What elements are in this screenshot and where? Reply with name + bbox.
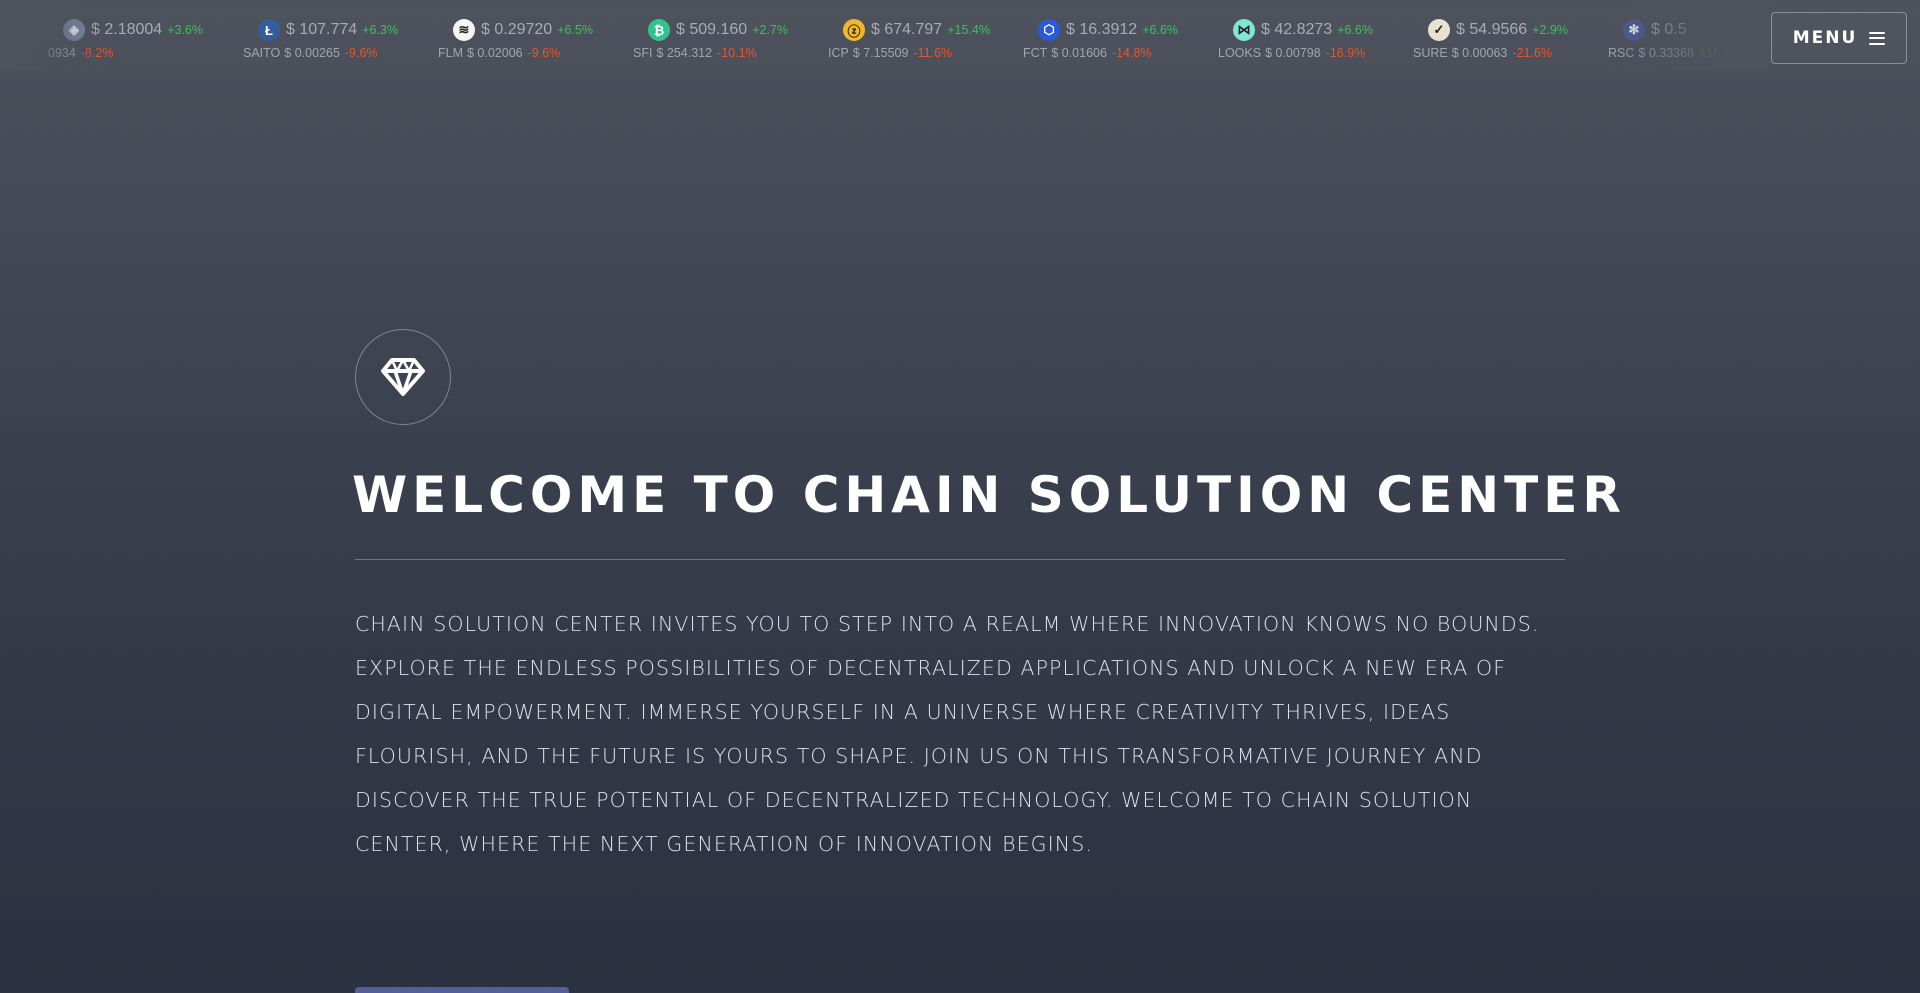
ticker-item[interactable]: FCT $ 0.01606 -14.8% — [1023, 46, 1218, 60]
ticker-symbol: SAITO — [243, 46, 281, 60]
ticker-item[interactable]: ⓩ $ 674.797 +15.4% — [843, 19, 1038, 41]
cosmos-icon: ✻ — [1623, 19, 1645, 41]
ticker-bottom-row: 0934 -8.2% SAITO $ 0.00265 -9.6% FLM $ 0.02006… — [48, 46, 1770, 60]
hero-description: Chain Solution Center invites you to ste… — [355, 612, 1540, 856]
ticker-price: $ 7.15509 — [852, 46, 909, 60]
ticker-price: $ 674.797 — [871, 21, 943, 38]
ticker-change: +6.3% — [362, 23, 398, 37]
stellar-icon: ≋ — [453, 19, 475, 41]
ticker-symbol: RSC — [1608, 46, 1635, 60]
ticker-item[interactable]: ₿ $ 509.160 +2.7% — [648, 19, 843, 41]
ticker-symbol: ICP — [828, 46, 849, 60]
ticker-item[interactable]: ICP $ 7.15509 -11.6% — [828, 46, 1023, 60]
ticker-price: 0934 — [48, 46, 76, 60]
ticker-change: -9.6% — [527, 46, 561, 60]
ticker-item[interactable]: SFI $ 254.312 -10.1% — [633, 46, 828, 60]
ticker-top-row: ◈ $ 2.18004 +3.6% Ł $ 107.774 +6.3% ≋ $ 0.29720… — [63, 19, 1770, 41]
ticker-item[interactable]: ✓ $ 54.9566 +2.9% — [1428, 19, 1623, 41]
ticker-symbol: FLM — [438, 46, 463, 60]
ticker-price: $ 0.00265 — [284, 46, 340, 60]
ticker-symbol: FCT — [1023, 46, 1048, 60]
page-title: WELCOME TO CHAIN SOLUTION CENTER — [352, 466, 1626, 524]
ticker-change: +6.6% — [1337, 23, 1373, 37]
ticker-change: +2.9% — [1532, 23, 1568, 37]
ticker-item[interactable]: ≋ $ 0.29720 +6.5% — [453, 19, 648, 41]
hero-section: WELCOME TO CHAIN SOLUTION CENTER Chain S… — [352, 329, 1626, 866]
ticker-change: +3.6% — [167, 23, 203, 37]
menu-button[interactable]: MENU — [1771, 12, 1907, 64]
axie-icon: ⋈ — [1233, 19, 1255, 41]
ticker-price: $ 42.8273 — [1261, 21, 1333, 38]
chainlink-coin-icon: ◈ — [63, 19, 85, 41]
ticker-item[interactable]: 0934 -8.2% — [48, 46, 243, 60]
ticker-item[interactable]: LOOKS $ 0.00798 -16.9% — [1218, 46, 1413, 60]
ticker-item[interactable]: ⋈ $ 42.8273 +6.6% — [1233, 19, 1428, 41]
chainlink-icon: ⬡ — [1038, 19, 1060, 41]
ticker-price: $ 0.02006 — [467, 46, 523, 60]
ticker-price: $ 16.3912 — [1066, 21, 1138, 38]
ticker-price: $ 0.29720 — [481, 21, 553, 38]
ticker-change: +10.7% — [1699, 46, 1742, 60]
ticker-price: $ 107.774 — [286, 21, 358, 38]
title-divider — [355, 559, 1565, 560]
ticker-item[interactable]: ⬡ $ 16.3912 +6.6% — [1038, 19, 1233, 41]
ticker-change: -14.8% — [1111, 46, 1152, 60]
ticker-change: +2.7% — [752, 23, 788, 37]
ticker-item[interactable]: FLM $ 0.02006 -9.6% — [438, 46, 633, 60]
ticker-price: $ 0.00063 — [1451, 46, 1508, 60]
ticker-price: $ 2.18004 — [91, 21, 163, 38]
ticker-price: $ 0.33368 — [1638, 46, 1695, 60]
logo-badge — [355, 329, 451, 425]
ticker-change: -16.9% — [1325, 46, 1366, 60]
price-ticker: ◈ $ 2.18004 +3.6% Ł $ 107.774 +6.3% ≋ $ 0.29720… — [0, 0, 1770, 70]
ticker-change: +15.4% — [947, 23, 990, 37]
litecoin-icon: Ł — [258, 19, 280, 41]
bitcoin-cash-icon: ₿ — [648, 19, 670, 41]
ticker-change: +6.5% — [557, 23, 593, 37]
wrapped-token-icon: ✓ — [1428, 19, 1450, 41]
ticker-item[interactable]: RSC $ 0.33368 +10.7% — [1608, 46, 1770, 60]
ticker-change: -21.6% — [1512, 46, 1552, 60]
ticker-price: $ 54.9566 — [1456, 21, 1528, 38]
ticker-change: +6.6% — [1142, 23, 1178, 37]
ticker-item[interactable]: ✻ $ 0.5 — [1623, 19, 1770, 41]
ticker-change: -9.6% — [344, 46, 378, 60]
ticker-item[interactable]: ◈ $ 2.18004 +3.6% — [63, 19, 258, 41]
ticker-price: $ 0.5 — [1651, 21, 1687, 38]
ticker-change: -11.6% — [913, 46, 953, 60]
zcash-icon: ⓩ — [843, 19, 865, 41]
ticker-item[interactable]: SAITO $ 0.00265 -9.6% — [243, 46, 438, 60]
ticker-symbol: SFI — [633, 46, 653, 60]
ticker-price: $ 509.160 — [676, 21, 748, 38]
hamburger-icon — [1869, 31, 1886, 45]
ticker-change: -10.1% — [717, 46, 757, 60]
ticker-item[interactable]: Ł $ 107.774 +6.3% — [258, 19, 453, 41]
cta-button[interactable] — [355, 987, 569, 993]
diamond-icon — [381, 358, 425, 396]
ticker-price: $ 0.00798 — [1265, 46, 1321, 60]
ticker-change: -8.2% — [80, 46, 114, 60]
ticker-symbol: LOOKS — [1218, 46, 1262, 60]
ticker-price: $ 254.312 — [656, 46, 713, 60]
ticker-price: $ 0.01606 — [1051, 46, 1107, 60]
menu-label: MENU — [1792, 28, 1858, 48]
ticker-item[interactable]: SURE $ 0.00063 -21.6% — [1413, 46, 1608, 60]
ticker-symbol: SURE — [1413, 46, 1448, 60]
